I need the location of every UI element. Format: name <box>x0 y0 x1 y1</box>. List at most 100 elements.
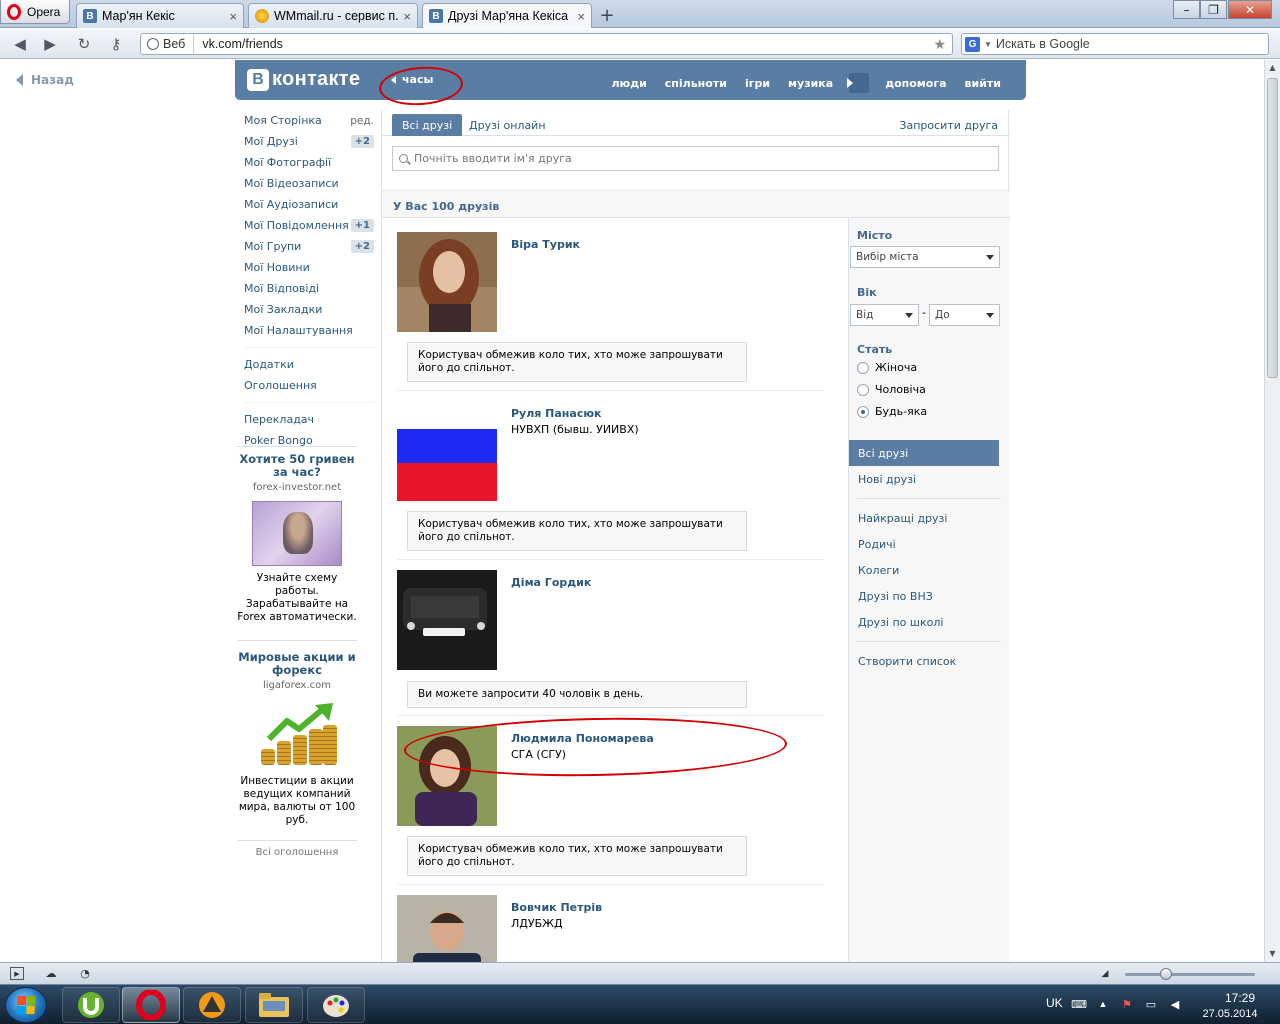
coins-growth-image[interactable] <box>255 699 340 769</box>
ad-title[interactable]: Мировые акции и форекс <box>237 651 357 677</box>
friend-avatar[interactable] <box>397 232 497 332</box>
list-new-friends[interactable]: Нові друзі <box>849 466 1003 492</box>
browser-tab-2[interactable]: WMmail.ru - сервис п... × <box>248 3 418 28</box>
city-select[interactable]: Вибір міста <box>850 246 1000 268</box>
language-indicator[interactable]: UK <box>1046 996 1063 1010</box>
list-relatives[interactable]: Родичі <box>849 531 1003 557</box>
create-list-link[interactable]: Створити список <box>849 648 1003 674</box>
nav-count-badge[interactable]: +2 <box>350 135 374 148</box>
close-tab-icon[interactable]: × <box>577 9 585 24</box>
close-tab-icon[interactable]: × <box>229 9 237 24</box>
all-ads-link[interactable]: Всі оголошення <box>237 840 357 858</box>
age-from-select[interactable]: Від <box>850 304 919 326</box>
url-text[interactable]: vk.com/friends <box>194 37 933 51</box>
panel-toggle-icon[interactable]: ▶ <box>10 967 24 980</box>
reload-icon[interactable]: ↻ <box>74 35 94 53</box>
list-university-friends[interactable]: Друзі по ВНЗ <box>849 583 1003 609</box>
taskbar-paint[interactable] <box>307 987 365 1023</box>
clock-time[interactable]: 17:29 <box>1210 991 1270 1005</box>
tray-expand-icon[interactable]: ▲ <box>1096 997 1110 1011</box>
top-menu-people[interactable]: люди <box>602 77 655 90</box>
nav-my-videos[interactable]: Мої Відеозаписи <box>244 173 374 194</box>
speedometer-icon[interactable]: ◔ <box>78 967 92 980</box>
banknote-image[interactable] <box>252 501 342 566</box>
browser-tab-1[interactable]: B Мар'ян Кекіс × <box>76 3 244 28</box>
taskbar-aimp[interactable] <box>183 987 241 1023</box>
vk-logo[interactable]: В контакте <box>247 68 360 91</box>
zoom-slider-handle[interactable] <box>1160 968 1172 980</box>
friend-avatar[interactable] <box>397 895 497 962</box>
friend-avatar[interactable] <box>397 401 497 501</box>
invite-friend-link[interactable]: Запросити друга <box>899 114 998 136</box>
scroll-thumb[interactable] <box>1267 78 1278 378</box>
key-icon[interactable]: ⚷ <box>106 35 126 53</box>
back-link[interactable]: Назад <box>16 73 74 87</box>
ad-forex-investor[interactable]: Хотите 50 гривен за час? forex-investor.… <box>237 453 357 624</box>
top-menu-logout[interactable]: вийти <box>956 77 1010 90</box>
forward-arrow-icon[interactable]: ▶ <box>40 35 60 53</box>
list-all-friends[interactable]: Всі друзі <box>849 440 999 466</box>
list-school-friends[interactable]: Друзі по школі <box>849 609 1003 635</box>
taskbar-utorrent[interactable] <box>62 987 120 1023</box>
nav-my-friends[interactable]: Мої Друзі +2 <box>244 131 374 152</box>
age-to-select[interactable]: До <box>929 304 1000 326</box>
top-menu-help[interactable]: допомога <box>876 77 955 90</box>
bookmark-star-icon[interactable]: ★ <box>933 36 952 53</box>
web-badge[interactable]: Веб <box>141 34 195 54</box>
chevron-down-icon[interactable]: ▼ <box>984 40 992 49</box>
zoom-triangle-icon[interactable]: ◢ <box>1098 967 1112 980</box>
scroll-down-icon[interactable]: ▼ <box>1265 946 1280 961</box>
top-menu-communities[interactable]: спільноти <box>656 77 736 90</box>
friend-search-input[interactable]: Почніть вводити ім'я друга <box>392 146 999 171</box>
keyboard-icon[interactable]: ⌨ <box>1071 997 1087 1011</box>
nav-my-answers[interactable]: Мої Відповіді <box>244 278 374 299</box>
nav-translator[interactable]: Перекладач <box>244 409 374 430</box>
volume-icon[interactable]: ◀ <box>1168 997 1182 1011</box>
back-arrow-icon[interactable]: ◀ <box>10 35 30 53</box>
ad-title[interactable]: Хотите 50 гривен за час? <box>237 453 357 479</box>
url-field[interactable]: Веб vk.com/friends ★ <box>140 33 953 55</box>
action-center-icon[interactable]: ▭ <box>1144 997 1158 1011</box>
friend-name[interactable]: Віра Турик <box>511 238 580 251</box>
nav-my-messages[interactable]: Мої Повідомлення +1 <box>244 215 374 236</box>
browser-tab-3-active[interactable]: B Друзі Мар'яна Кекіса |... × <box>422 3 592 28</box>
network-error-icon[interactable]: ⚑ <box>1120 997 1134 1011</box>
nav-my-groups[interactable]: Мої Групи +2 <box>244 236 374 257</box>
nav-my-page[interactable]: Моя Сторінка ред. <box>244 110 374 131</box>
zoom-slider[interactable] <box>1125 973 1255 976</box>
edit-link[interactable]: ред. <box>350 115 374 127</box>
nav-my-audio[interactable]: Мої Аудіозаписи <box>244 194 374 215</box>
list-best-friends[interactable]: Найкращі друзі <box>849 505 1003 531</box>
page-scrollbar[interactable]: ▲ ▼ <box>1264 60 1280 962</box>
ad-ligaforex[interactable]: Мировые акции и форекс ligaforex.com Инв… <box>237 640 357 827</box>
tab-all-friends[interactable]: Всі друзі <box>392 114 463 136</box>
search-placeholder[interactable]: Искать в Google <box>996 37 1090 51</box>
cloud-icon[interactable]: ☁ <box>44 967 58 980</box>
window-close-button[interactable]: ✕ <box>1228 0 1272 19</box>
nav-my-photos[interactable]: Мої Фотографії <box>244 152 374 173</box>
radio-circle-selected[interactable] <box>857 405 869 418</box>
gender-male-radio[interactable]: Чоловіча <box>857 383 926 396</box>
close-tab-icon[interactable]: × <box>403 9 411 24</box>
radio-circle[interactable] <box>857 361 869 374</box>
nav-apps[interactable]: Додатки <box>244 354 374 375</box>
friend-name[interactable]: Руля Панасюк <box>511 407 602 420</box>
radio-circle[interactable] <box>857 383 869 396</box>
list-colleagues[interactable]: Колеги <box>849 557 1003 583</box>
nav-my-bookmarks[interactable]: Мої Закладки <box>244 299 374 320</box>
friend-name[interactable]: Діма Гордик <box>511 576 591 589</box>
taskbar-explorer[interactable] <box>245 987 303 1023</box>
gender-any-radio[interactable]: Будь-яка <box>857 405 927 418</box>
taskbar-opera[interactable] <box>122 987 180 1023</box>
nav-ads[interactable]: Оголошення <box>244 375 374 396</box>
nav-count-badge[interactable]: +1 <box>350 219 374 232</box>
more-menu-button[interactable] <box>847 73 870 93</box>
friend-avatar[interactable] <box>397 570 497 670</box>
new-tab-button[interactable]: + <box>596 5 618 26</box>
minimize-button[interactable]: – <box>1173 0 1200 19</box>
google-icon[interactable]: G <box>965 36 980 52</box>
friend-name[interactable]: Вовчик Петрів <box>511 901 602 914</box>
restore-button[interactable]: ❐ <box>1200 0 1227 19</box>
search-engine-field[interactable]: G ▼ Искать в Google <box>961 33 1269 55</box>
top-menu-games[interactable]: ігри <box>736 77 779 90</box>
